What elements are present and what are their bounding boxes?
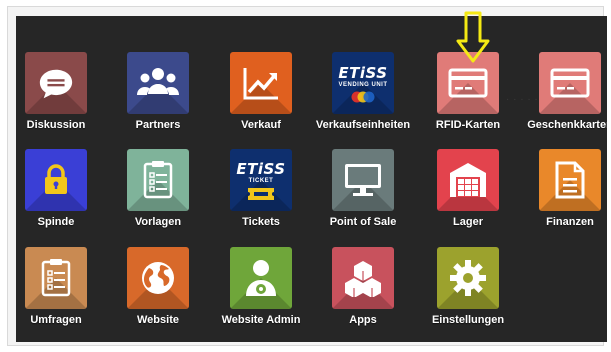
etiss-logo-sub: VENDING UNIT (338, 81, 388, 88)
app-tile[interactable] (332, 247, 394, 309)
app-tile[interactable] (437, 247, 499, 309)
gear-icon (450, 260, 486, 296)
document-icon (555, 161, 585, 199)
app-launcher-panel: · · · · · · · · · Diskussion Partners Ve… (16, 16, 607, 342)
app-point-of-sale[interactable]: Point of Sale (311, 149, 415, 235)
trend-chart-icon (243, 68, 278, 100)
monitor-icon (345, 164, 381, 196)
app-tile[interactable] (25, 52, 87, 114)
highlight-arrow-icon (456, 11, 490, 63)
app-spinde[interactable]: Spinde (16, 149, 108, 235)
etiss-logo-sub: TICKET (248, 177, 274, 184)
app-label: Website Admin (221, 314, 301, 326)
cubes-icon (345, 261, 381, 297)
app-label: Tickets (242, 216, 280, 228)
warehouse-icon (450, 163, 486, 197)
app-label: Diskussion (26, 119, 86, 131)
app-label: Vorlagen (134, 216, 182, 228)
app-label: Verkauf (241, 119, 281, 131)
app-tile[interactable]: ETiSS TICKET (230, 149, 292, 211)
clipboard-icon (41, 259, 71, 297)
app-tile[interactable] (230, 247, 292, 309)
app-label: Partners (135, 119, 181, 131)
color-circles-icon (351, 91, 375, 102)
checklist-icon (143, 161, 173, 199)
app-tile[interactable] (127, 52, 189, 114)
app-vorlagen[interactable]: Vorlagen (106, 149, 210, 235)
app-tile[interactable]: ETiSS VENDING UNIT (332, 52, 394, 114)
app-tile[interactable] (539, 52, 601, 114)
app-lager[interactable]: Lager (416, 149, 520, 235)
lock-icon (45, 164, 67, 194)
app-label: Einstellungen (431, 314, 505, 326)
app-diskussion[interactable]: Diskussion (16, 52, 108, 138)
etiss-logo-word: ETiSS (236, 159, 286, 178)
app-tickets[interactable]: ETiSS TICKET Tickets (209, 149, 313, 235)
app-apps[interactable]: Apps (311, 247, 415, 333)
app-tile[interactable] (127, 247, 189, 309)
app-einstellungen[interactable]: Einstellungen (416, 247, 520, 333)
app-umfragen[interactable]: Umfragen (16, 247, 108, 333)
app-label: Point of Sale (329, 216, 397, 228)
ticket-icon (248, 187, 274, 200)
app-label: Umfragen (30, 314, 82, 326)
app-website[interactable]: Website (106, 247, 210, 333)
user-gear-icon (246, 260, 276, 296)
etiss-logo-word: ETiSS (338, 63, 388, 82)
app-label: Website (137, 314, 179, 326)
app-label: Geschenkkarten (527, 119, 607, 131)
card-icon (448, 68, 488, 98)
app-tile[interactable] (127, 149, 189, 211)
app-partners[interactable]: Partners (106, 52, 210, 138)
app-label: Finanzen (546, 216, 594, 228)
chat-bubble-icon (39, 69, 73, 99)
app-verkaufseinheiten[interactable]: ETiSS VENDING UNIT Verkaufseinheiten (311, 52, 415, 138)
app-tile[interactable] (539, 149, 601, 211)
app-finanzen[interactable]: Finanzen (518, 149, 607, 235)
app-tile[interactable] (25, 247, 87, 309)
globe-icon (142, 262, 174, 294)
app-label: RFID-Karten (435, 119, 501, 131)
app-tile[interactable] (25, 149, 87, 211)
app-tile[interactable] (332, 149, 394, 211)
app-label: Spinde (37, 216, 75, 228)
app-rfid-karten[interactable]: RFID-Karten (416, 52, 520, 138)
app-website-admin[interactable]: Website Admin (209, 247, 313, 333)
app-label: Apps (349, 314, 377, 326)
app-tile[interactable] (230, 52, 292, 114)
users-icon (137, 68, 179, 95)
app-geschenkkarten[interactable]: Geschenkkarten (518, 52, 607, 138)
card-icon (550, 68, 590, 98)
app-tile[interactable] (437, 149, 499, 211)
app-label: Lager (453, 216, 483, 228)
app-verkauf[interactable]: Verkauf (209, 52, 313, 138)
app-label: Verkaufseinheiten (315, 119, 411, 131)
